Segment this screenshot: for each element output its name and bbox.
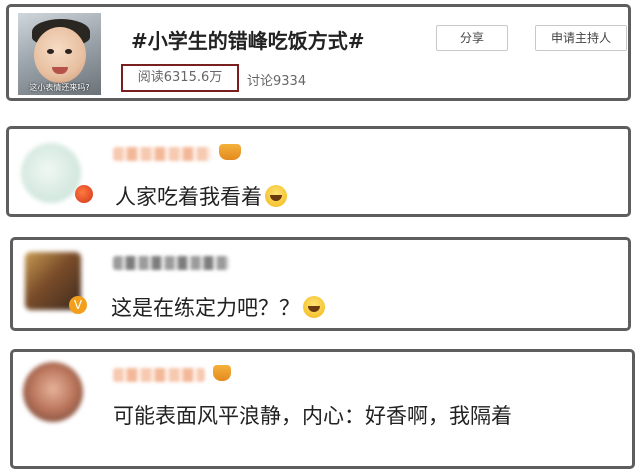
cover-face [34,27,86,83]
discussion-count: 讨论9334 [247,74,307,89]
crown-badge-icon [219,144,241,160]
comment-body: 人家吃着我看着 [115,185,262,209]
username-blurred[interactable] [113,368,205,382]
user-avatar[interactable] [23,362,83,422]
topic-cover-image[interactable]: 这小表情还来吗? [18,13,101,95]
user-avatar[interactable] [21,143,81,203]
comment-card: 人家吃着我看着 [6,126,631,217]
crown-badge-icon [213,365,231,381]
username-blurred[interactable] [113,147,211,161]
share-button[interactable]: 分享 [436,25,508,51]
cover-eye [47,49,54,54]
cover-caption: 这小表情还来吗? [29,83,90,92]
comment-body: 这是在练定力吧？？ [111,296,300,320]
topic-card: 这小表情还来吗? #小学生的错峰吃饭方式# 阅读6315.6万 讨论9334 分… [6,4,631,101]
comment-text: 这是在练定力吧？？ [111,292,325,322]
verified-badge-icon: V [69,296,87,314]
comment-text: 人家吃着我看着 [115,181,287,211]
apply-host-button[interactable]: 申请主持人 [535,25,627,51]
laughing-tears-icon [265,185,287,207]
comment-card: 可能表面风平浪静，内心：好香啊，我隔着 [10,349,635,469]
username-blurred[interactable] [113,256,229,270]
topic-title[interactable]: #小学生的错峰吃饭方式# [131,25,365,54]
comment-card: V 这是在练定力吧？？ [10,237,631,331]
read-count: 阅读6315.6万 [121,64,239,92]
user-badge-icon [75,185,93,203]
comment-text: 可能表面风平浪静，内心：好香啊，我隔着 [113,400,512,430]
cover-eye [65,49,72,54]
laughing-tears-icon [303,296,325,318]
comment-body: 可能表面风平浪静，内心：好香啊，我隔着 [113,404,512,428]
